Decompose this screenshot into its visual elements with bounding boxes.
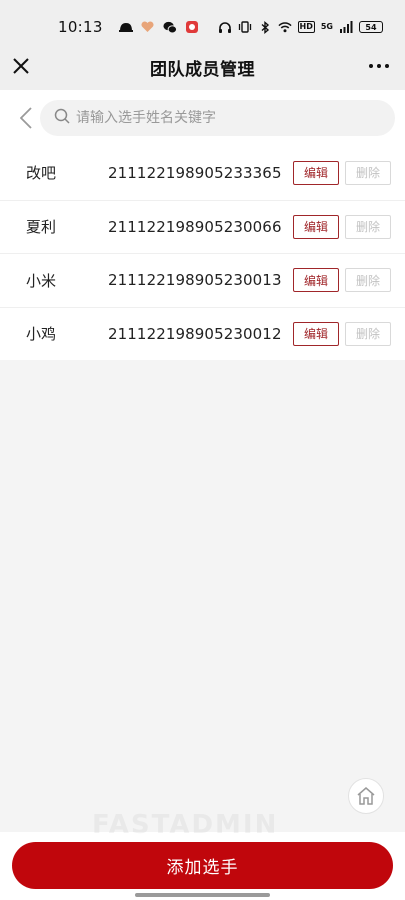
close-icon[interactable] bbox=[12, 57, 30, 75]
list-item: 小鸡 211122198905230012 编辑 删除 bbox=[0, 306, 405, 361]
search-icon bbox=[54, 108, 70, 128]
edit-button[interactable]: 编辑 bbox=[293, 214, 339, 239]
system-status-icons: HD 5G 54 bbox=[218, 20, 383, 34]
back-button[interactable] bbox=[8, 100, 44, 136]
member-list: 改吧 211122198905233365 编辑 删除 夏利 211122198… bbox=[0, 146, 405, 360]
member-id-number: 211122198905233365 bbox=[108, 163, 282, 182]
delete-button[interactable]: 删除 bbox=[345, 214, 391, 239]
edit-button[interactable]: 编辑 bbox=[293, 268, 339, 293]
member-name: 夏利 bbox=[26, 218, 57, 237]
more-options-icon[interactable] bbox=[369, 64, 389, 68]
headphones-icon bbox=[218, 20, 232, 34]
home-button[interactable] bbox=[348, 778, 384, 814]
heart-icon bbox=[141, 20, 155, 34]
page-title: 团队成员管理 bbox=[150, 59, 255, 80]
delete-button[interactable]: 删除 bbox=[345, 268, 391, 293]
home-indicator[interactable] bbox=[135, 893, 270, 897]
member-name: 小米 bbox=[26, 271, 57, 290]
battery-indicator: 54 bbox=[359, 21, 383, 33]
edit-button[interactable]: 编辑 bbox=[293, 160, 339, 185]
network-type: 5G bbox=[320, 22, 333, 31]
watermark-logo: FASTADMIN bbox=[92, 810, 279, 840]
delete-button[interactable]: 删除 bbox=[345, 321, 391, 346]
search-input[interactable] bbox=[76, 110, 366, 126]
member-name: 改吧 bbox=[26, 164, 57, 183]
member-id-number: 211122198905230012 bbox=[108, 324, 282, 343]
member-name: 小鸡 bbox=[26, 325, 57, 344]
delete-button[interactable]: 删除 bbox=[345, 160, 391, 185]
member-id-number: 211122198905230013 bbox=[108, 271, 282, 290]
add-player-button[interactable]: 添加选手 bbox=[12, 842, 393, 889]
nav-bar: 团队成员管理 bbox=[0, 44, 405, 90]
wifi-icon bbox=[277, 20, 292, 34]
hd-badge: HD bbox=[297, 21, 315, 33]
member-id-number: 211122198905230066 bbox=[108, 217, 282, 236]
notification-icons bbox=[118, 20, 199, 34]
search-row bbox=[0, 90, 405, 146]
wechat-icon bbox=[163, 20, 177, 34]
edit-button[interactable]: 编辑 bbox=[293, 321, 339, 346]
chevron-left-icon bbox=[20, 107, 32, 129]
list-item: 改吧 211122198905233365 编辑 删除 bbox=[0, 146, 405, 200]
home-icon bbox=[357, 787, 375, 805]
app-notification-icon bbox=[118, 20, 133, 34]
signal-icon bbox=[339, 20, 353, 34]
list-item: 小米 211122198905230013 编辑 删除 bbox=[0, 253, 405, 307]
vibrate-icon bbox=[238, 20, 252, 34]
list-item: 夏利 211122198905230066 编辑 删除 bbox=[0, 199, 405, 254]
app-badge-icon bbox=[185, 20, 199, 34]
search-box[interactable] bbox=[40, 100, 395, 136]
bluetooth-icon bbox=[258, 20, 272, 34]
status-time: 10:13 bbox=[58, 18, 103, 36]
